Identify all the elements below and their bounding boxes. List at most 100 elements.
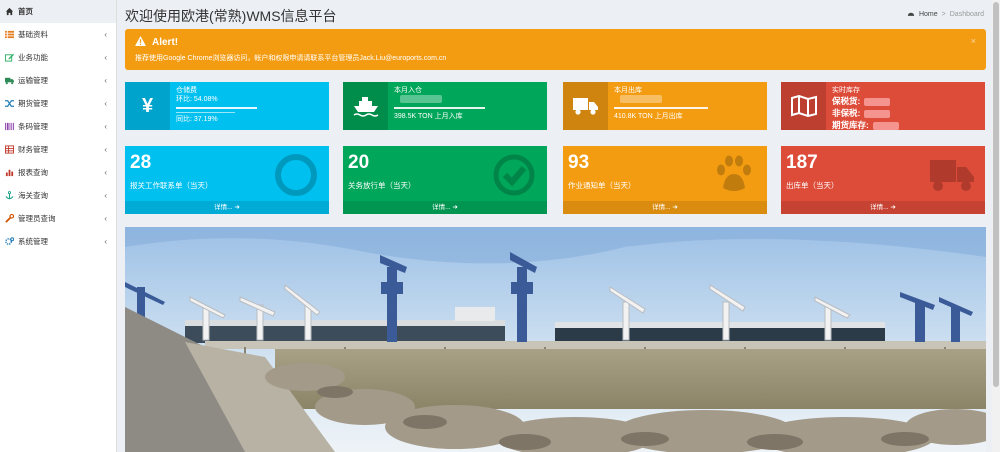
sidebar-item-label: 系统管理 [18,237,48,246]
alert-title: Alert! [152,37,179,48]
details-link[interactable]: 详情... ➜ [343,201,547,214]
cogs-icon [5,237,15,246]
dashboard-icon [907,10,915,19]
table-icon [5,145,14,154]
smallbox-count: 187 [786,152,818,173]
smallbox-count: 28 [130,152,152,173]
chevron-left-icon: ‹ [104,99,107,108]
sidebar-item-label: 财务管理 [18,145,48,154]
smallbox-customs-contact: 28 报关工作联系单（当天） 详情... ➜ [125,146,329,214]
edit-icon [5,53,14,62]
arrow-circle-right-icon: ➜ [890,204,896,211]
smallbox-label: 报关工作联系单（当天） [130,181,213,190]
sidebar-item-barcode[interactable]: 条码管理 ‹ [0,115,116,138]
details-link[interactable]: 详情... ➜ [781,201,985,214]
smallbox-label: 作业通知单（当天） [568,181,636,190]
home-icon [5,7,14,16]
shuffle-icon [5,99,14,108]
outbound-last-month: 410.8K TON 上月出库 [614,113,683,120]
infobox-outbound: 本月出库 410.8K TON 上月出库 [563,82,767,130]
details-link[interactable]: 详情... ➜ [563,201,767,214]
sidebar-item-finance[interactable]: 财务管理 ‹ [0,138,116,161]
yoy-ratio: 同比: 37.19% [176,112,235,124]
page-scrollbar[interactable] [992,0,1000,452]
smallbox-label: 关务放行单（当天） [348,181,416,190]
sidebar-item-transport[interactable]: 运输管理 ‹ [0,69,116,92]
ship-icon [343,82,388,130]
breadcrumb: Home > Dashboard [907,10,984,19]
details-link[interactable]: 详情... ➜ [125,201,329,214]
sidebar-item-label: 期货管理 [18,99,48,108]
smallbox-outbound-orders: 187 出库单（当天） 详情... ➜ [781,146,985,214]
infobox-inbound: 本月入仓 398.5K TON 上月入库 [343,82,547,130]
smallbox-count: 20 [348,152,370,173]
page-title: 欢迎使用欧港(常熟)WMS信息平台 [125,8,337,24]
arrow-circle-right-icon: ➜ [234,204,240,211]
alert-message: 推荐使用Google Chrome浏览器访问，帐户和权限申请请联系平台管理员Ja… [135,55,447,62]
infobox-title: 本月入仓 [394,87,422,94]
arrow-circle-right-icon: ➜ [452,204,458,211]
sidebar-item-admin[interactable]: 管理员查询 ‹ [0,207,116,230]
alert-heading: Alert! [135,36,178,49]
port-panorama-image [125,227,986,452]
chevron-left-icon: ‹ [104,53,107,62]
infobox-title: 实时库存 [832,87,860,94]
chevron-left-icon: ‹ [104,191,107,200]
chevron-left-icon: ‹ [104,145,107,154]
chevron-left-icon: ‹ [104,214,107,223]
smallbox-work-notice: 93 作业通知单（当天） 详情... ➜ [563,146,767,214]
stock-non-bonded: 非保税: [832,107,979,119]
outbound-value [614,95,761,104]
check-circle-icon [493,154,535,196]
sidebar-item-label: 条码管理 [18,122,48,131]
sidebar-item-basic-data[interactable]: 基础资料 ‹ [0,23,116,46]
chevron-left-icon: ‹ [104,30,107,39]
warning-icon [135,36,146,49]
map-icon [781,82,826,130]
sidebar-item-label: 业务功能 [18,53,48,62]
chevron-left-icon: ‹ [104,76,107,85]
ring-ratio: 环比: 54.08% [176,96,218,103]
truck-icon [563,82,608,130]
sidebar: 首页 基础资料 ‹ 业务功能 ‹ 运输管理 ‹ 期货管理 ‹ 条码管理 ‹ 财务… [0,0,117,452]
sidebar-item-label: 报表查询 [18,168,48,177]
paw-icon [717,155,751,191]
truck-icon [5,76,14,85]
infobox-title: 仓储费 [176,87,197,94]
bar-chart-icon [5,168,14,177]
scrollbar-thumb[interactable] [993,2,999,387]
alert-close-button[interactable]: × [971,36,976,46]
truck-icon [930,160,974,191]
inbound-last-month: 398.5K TON 上月入库 [394,113,463,120]
inbound-value [394,95,541,104]
infobox-title: 本月出库 [614,87,642,94]
breadcrumb-home[interactable]: Home [919,11,938,18]
infobox-storage-fee: ¥ 仓储费 环比: 54.08% 同比: 37.19% [125,82,329,130]
sidebar-item-label: 运输管理 [18,76,48,85]
sidebar-item-reports[interactable]: 报表查询 ‹ [0,161,116,184]
sidebar-item-label: 首页 [18,7,33,16]
infobox-stock: 实时库存 保税货: 非保税: 期货库存: [781,82,985,130]
breadcrumb-separator: > [941,11,946,18]
sidebar-item-business[interactable]: 业务功能 ‹ [0,46,116,69]
smallbox-label: 出库单（当天） [786,181,839,190]
smallbox-count: 93 [568,152,590,173]
anchor-icon [5,191,14,200]
smallbox-customs-release: 20 关务放行单（当天） 详情... ➜ [343,146,547,214]
sidebar-item-label: 基础资料 [18,30,48,39]
yen-icon: ¥ [125,82,170,130]
circle-ring-icon [275,154,317,196]
sidebar-item-label: 海关查询 [18,191,48,200]
chevron-left-icon: ‹ [104,168,107,177]
outbound-progress [614,107,709,109]
port-scene [125,227,986,452]
sidebar-item-system[interactable]: 系统管理 ‹ [0,230,116,253]
barcode-icon [5,122,14,131]
sidebar-item-label: 管理员查询 [18,214,56,223]
main-content: 欢迎使用欧港(常熟)WMS信息平台 Home > Dashboard Alert… [117,0,992,452]
sidebar-item-customs[interactable]: 海关查询 ‹ [0,184,116,207]
chevron-left-icon: ‹ [104,237,107,246]
stock-futures: 期货库存: [832,119,979,131]
sidebar-item-futures[interactable]: 期货管理 ‹ [0,92,116,115]
sidebar-item-home[interactable]: 首页 [0,0,116,23]
